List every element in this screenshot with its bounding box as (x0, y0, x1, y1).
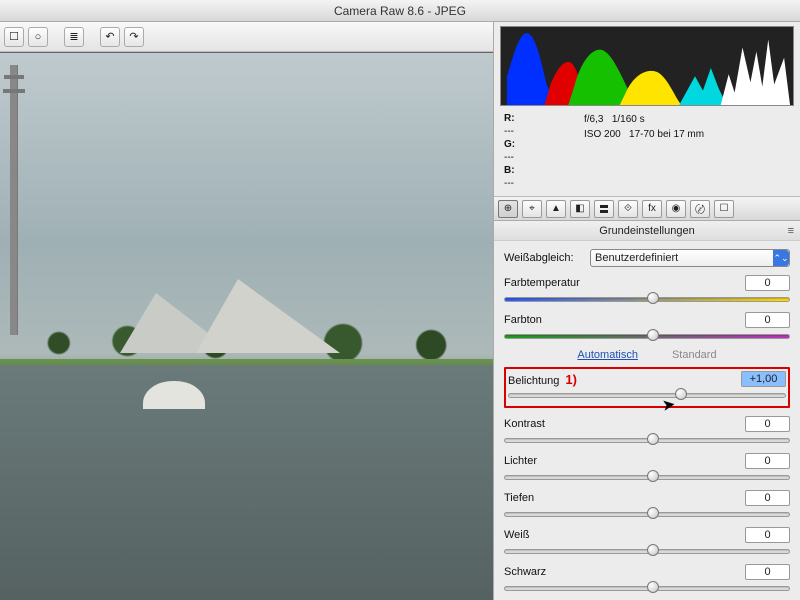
info-readout: R: --- G: --- B: --- f/6,3 1/160 s ISO 2… (494, 108, 800, 197)
highlights-slider[interactable]: Lichter0 (504, 453, 790, 482)
white-balance-label: Weißabgleich: (504, 252, 590, 264)
tab-hsl-icon[interactable]: ◧ (570, 200, 590, 218)
whites-slider[interactable]: Weiß0 (504, 527, 790, 556)
temperature-slider[interactable]: Farbtemperatur 0 (504, 275, 790, 304)
histogram (500, 26, 794, 106)
tab-lens-icon[interactable]: ⟐ (618, 200, 638, 218)
image-preview[interactable] (0, 52, 493, 600)
tab-presets-icon[interactable]: 〄 (690, 200, 710, 218)
tab-tone-curve-icon[interactable]: ⌖ (522, 200, 542, 218)
blacks-slider[interactable]: Schwarz0 (504, 564, 790, 593)
rotate-ccw-icon[interactable]: ↶ (100, 27, 120, 47)
exposure-value[interactable]: +1,00 (741, 371, 786, 387)
standard-link[interactable]: Standard (672, 349, 717, 361)
tint-slider[interactable]: Farbton 0 (504, 312, 790, 341)
tab-split-icon[interactable]: 〓 (594, 200, 614, 218)
exposure-slider[interactable]: Belichtung1) +1,00 (508, 371, 786, 400)
zoom-tool-icon[interactable]: ○ (28, 27, 48, 47)
hand-tool-icon[interactable]: ☐ (4, 27, 24, 47)
tab-detail-icon[interactable]: ▲ (546, 200, 566, 218)
panel-tab-strip: ⊕ ⌖ ▲ ◧ 〓 ⟐ fx ◉ 〄 ☐ (494, 197, 800, 221)
blacks-value[interactable]: 0 (745, 564, 790, 580)
rotate-cw-icon[interactable]: ↷ (124, 27, 144, 47)
shadows-slider[interactable]: Tiefen0 (504, 490, 790, 519)
tab-snapshots-icon[interactable]: ☐ (714, 200, 734, 218)
white-balance-select[interactable]: Benutzerdefiniert ⌃⌄ (590, 249, 790, 267)
shadows-value[interactable]: 0 (745, 490, 790, 506)
exposure-highlight-annotation: Belichtung1) +1,00 (504, 367, 790, 408)
annotation-marker: 1) (565, 372, 577, 387)
contrast-slider[interactable]: Kontrast0 (504, 416, 790, 445)
highlights-value[interactable]: 0 (745, 453, 790, 469)
tab-fx-icon[interactable]: fx (642, 200, 662, 218)
tab-camera-icon[interactable]: ◉ (666, 200, 686, 218)
panel-title: Grundeinstellungen (494, 221, 800, 241)
temperature-value[interactable]: 0 (745, 275, 790, 291)
tab-basic-icon[interactable]: ⊕ (498, 200, 518, 218)
contrast-value[interactable]: 0 (745, 416, 790, 432)
auto-link[interactable]: Automatisch (577, 349, 638, 361)
whites-value[interactable]: 0 (745, 527, 790, 543)
tint-value[interactable]: 0 (745, 312, 790, 328)
window-titlebar: Camera Raw 8.6 - JPEG (0, 0, 800, 22)
list-icon[interactable]: ≣ (64, 27, 84, 47)
chevron-down-icon: ⌃⌄ (773, 250, 789, 266)
top-toolbar: ☐ ○ ≣ ↶ ↷ (0, 22, 493, 52)
